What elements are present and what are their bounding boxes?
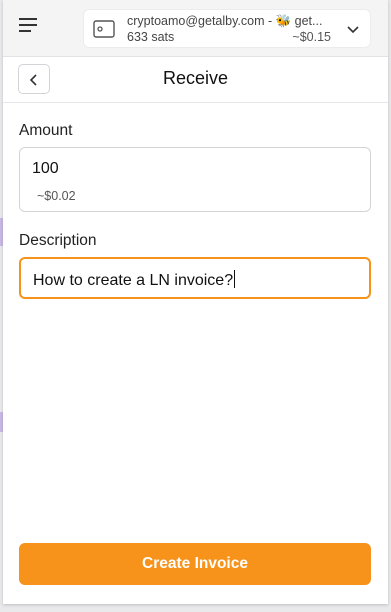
description-input[interactable]: How to create a LN invoice? bbox=[19, 257, 371, 299]
create-invoice-button[interactable]: Create Invoice bbox=[19, 543, 371, 585]
page-header: Receive bbox=[3, 57, 388, 103]
account-balance-fiat: ~$0.15 bbox=[292, 30, 331, 44]
page-title: Receive bbox=[162, 68, 229, 88]
account-balance-sats: 633 sats bbox=[127, 30, 175, 44]
chevron-down-icon bbox=[347, 26, 359, 34]
top-bar: cryptoamo@getalby.com - 🐝 get... 633 sat… bbox=[3, 0, 388, 57]
amount-value: 100 bbox=[32, 160, 59, 177]
description-label: Description bbox=[19, 232, 97, 249]
description-value: How to create a LN invoice? bbox=[33, 270, 236, 289]
account-name: cryptoamo@getalby.com - 🐝 get... bbox=[127, 14, 323, 28]
text-caret bbox=[234, 270, 236, 288]
wallet-icon bbox=[93, 20, 115, 38]
hamburger-menu-icon[interactable] bbox=[19, 18, 43, 38]
extension-popup: cryptoamo@getalby.com - 🐝 get... 633 sat… bbox=[3, 0, 388, 604]
amount-input[interactable]: 100 ~$0.02 bbox=[19, 147, 371, 212]
amount-label: Amount bbox=[19, 122, 73, 139]
amount-fiat-value: ~$0.02 bbox=[37, 189, 76, 203]
account-switcher[interactable]: cryptoamo@getalby.com - 🐝 get... 633 sat… bbox=[83, 9, 371, 48]
